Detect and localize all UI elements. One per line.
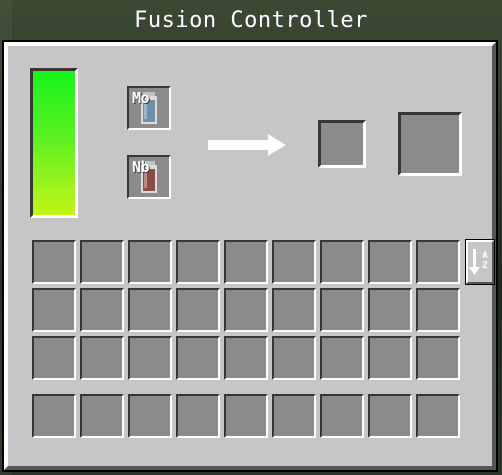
hotbar-slot[interactable] [224,394,268,438]
inventory-slot[interactable] [368,336,412,380]
input-slot-1-label: Mo [132,89,150,107]
inventory-slot[interactable] [416,336,460,380]
inventory-slot[interactable] [80,288,124,332]
inventory-slot[interactable] [176,288,220,332]
inventory-slot[interactable] [128,240,172,284]
inventory-slot[interactable] [128,288,172,332]
inventory-slot[interactable] [416,288,460,332]
hotbar-slot[interactable] [416,394,460,438]
inventory-slot[interactable] [368,240,412,284]
inventory-slot[interactable] [224,288,268,332]
sort-az-icon: AZ [469,249,488,275]
hotbar-slot[interactable] [368,394,412,438]
inventory-slot[interactable] [224,240,268,284]
inventory-slot[interactable] [128,336,172,380]
inventory-slot[interactable] [416,240,460,284]
inventory-slot[interactable] [80,240,124,284]
inventory-slot[interactable] [320,240,364,284]
input-slot-1[interactable]: Mo [127,86,171,130]
progress-arrow-icon [208,134,286,156]
hotbar-slot[interactable] [272,394,316,438]
input-slot-2[interactable]: Nb [127,155,171,199]
inventory-slot[interactable] [320,336,364,380]
output-slot[interactable] [318,120,366,168]
inventory-slot[interactable] [368,288,412,332]
inventory-slot[interactable] [272,336,316,380]
secondary-output-slot[interactable] [398,112,462,176]
window-title: Fusion Controller [134,8,368,33]
hotbar-slot[interactable] [176,394,220,438]
inventory-slot[interactable] [32,336,76,380]
energy-bar[interactable] [30,68,78,218]
hotbar-slot[interactable] [32,394,76,438]
sort-letter: Z [482,261,488,271]
inventory-slot[interactable] [80,336,124,380]
inventory-slot[interactable] [272,240,316,284]
inventory-slot[interactable] [320,288,364,332]
inventory-slot[interactable] [32,240,76,284]
hotbar-slot[interactable] [128,394,172,438]
sort-button[interactable]: AZ [466,240,494,284]
energy-bar-fill [33,71,75,215]
inventory-slot[interactable] [32,288,76,332]
hotbar-slot[interactable] [80,394,124,438]
inventory-slot[interactable] [272,288,316,332]
sort-letter-a: AZ [482,251,488,271]
inventory-slot[interactable] [176,240,220,284]
input-slot-2-label: Nb [132,158,150,176]
inventory-slot[interactable] [176,336,220,380]
sort-letter: A [482,251,488,261]
hotbar-slot[interactable] [320,394,364,438]
inventory-slot[interactable] [224,336,268,380]
